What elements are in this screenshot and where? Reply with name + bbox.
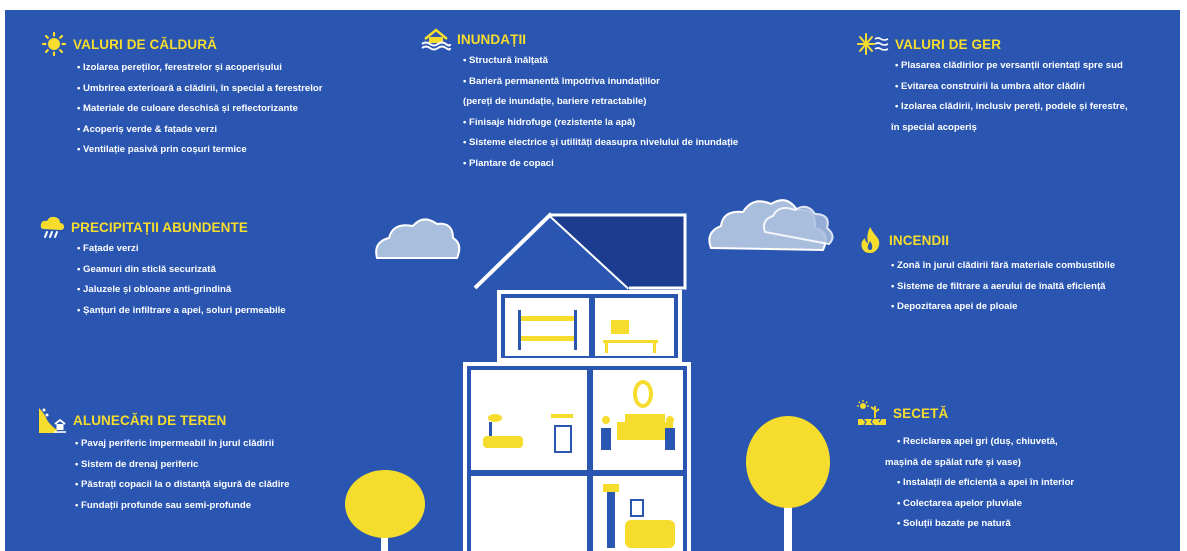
sun-icon — [41, 32, 67, 56]
list-item: • Structură înălțată — [463, 55, 548, 66]
landslide-icon — [39, 408, 66, 433]
list-item: • Jaluzele și obloane anti-grindină — [77, 284, 232, 296]
list-item: • Acoperiș verde & fațade verzi — [77, 123, 218, 135]
section-title: VALURI DE GER — [895, 36, 1002, 52]
list-item: • Plasarea clădirilor pe versanții orien… — [895, 60, 1123, 71]
measures-list: • Izolarea pereților, ferestrelor și aco… — [77, 58, 322, 161]
list-item: • Ventilație pasivă prin coșuri termice — [77, 144, 247, 156]
cloud-left-icon — [375, 218, 461, 259]
section-landslides: ALUNECĂRI DE TEREN • Pavaj periferic imp… — [37, 406, 290, 516]
list-item: • Șanțuri de infiltrare a apei, soluri p… — [77, 304, 286, 316]
list-item: • Evitarea construirii la umbra altor cl… — [895, 80, 1085, 92]
tree-left-icon — [345, 470, 425, 551]
measures-list: • Structură înălțată • Barieră permanent… — [463, 51, 738, 175]
list-item: • Sisteme electrice și utilități deasupr… — [463, 137, 739, 149]
measures-list: • Fațade verzi • Geamuri din sticlă secu… — [77, 239, 286, 321]
list-item: • Soluții bazate pe natură — [897, 518, 1011, 530]
snowflake-icon — [857, 33, 889, 55]
section-title: INCENDII — [889, 232, 950, 248]
list-item: • Izolarea pereților, ferestrelor și aco… — [77, 62, 282, 73]
list-item: mașină de spălat rufe și vase) — [885, 456, 1021, 468]
section-heavy-rain: PRECIPITAȚII ABUNDENTE • Fațade verzi • … — [39, 215, 286, 321]
rain-cloud-icon — [40, 216, 64, 238]
list-item: • Materiale de culoare deschisă și refle… — [77, 103, 298, 115]
list-item: • Păstrați copacii la o distanță sigură … — [75, 479, 290, 491]
section-title: ALUNECĂRI DE TEREN — [73, 412, 227, 428]
list-item: • Umbrirea exterioară a clădirii, în spe… — [77, 82, 323, 94]
list-item: • Geamuri din sticlă securizată — [77, 263, 216, 275]
list-item: • Izolarea clădirii, inclusiv pereți, po… — [895, 101, 1128, 113]
list-item: • Fundații profunde sau semi-profunde — [75, 499, 252, 511]
measures-list: • Reciclarea apei gri (duș, chiuvetă, ma… — [885, 432, 1075, 535]
list-item: (pereți de inundație, bariere retractabi… — [463, 96, 647, 108]
cloud-right-icon — [708, 199, 834, 252]
list-item: în special acoperiș — [891, 121, 977, 133]
section-fires: INCENDII • Zonă în jurul clădirii fără m… — [857, 226, 1115, 318]
measures-list: • Plasarea clădirilor pe versanții orien… — [891, 56, 1128, 138]
section-drought: SECETĂ • Reciclarea apei gri (duș, chiuv… — [857, 400, 1074, 535]
list-item: • Depozitarea apei de ploaie — [891, 301, 1018, 313]
list-item: • Reciclarea apei gri (duș, chiuvetă, — [897, 436, 1058, 447]
section-floods: INUNDAȚII • Structură înălțată • Barieră… — [421, 27, 738, 175]
section-title: SECETĂ — [893, 405, 949, 421]
list-item: • Fațade verzi — [77, 243, 139, 254]
list-item: • Sisteme de filtrare a aerului de înalt… — [891, 280, 1106, 292]
section-heat-waves: VALURI DE CĂLDURĂ • Izolarea pereților, … — [41, 32, 322, 161]
list-item: • Instalații de eficiență a apei în inte… — [897, 477, 1075, 489]
list-item: • Zonă în jurul clădirii fără materiale … — [891, 260, 1116, 271]
section-title: PRECIPITAȚII ABUNDENTE — [71, 219, 248, 235]
list-item: • Plantare de copaci — [463, 157, 554, 169]
section-title: INUNDAȚII — [457, 31, 527, 47]
section-title: VALURI DE CĂLDURĂ — [73, 36, 217, 52]
flame-icon — [861, 227, 880, 253]
list-item: • Sistem de drenaj periferic — [75, 458, 199, 470]
tree-right-icon — [746, 416, 830, 551]
list-item: • Finisaje hidrofuge (rezistente la apă) — [463, 116, 636, 128]
house-icon — [463, 212, 691, 551]
drought-icon — [857, 400, 886, 426]
measures-list: • Zonă în jurul clădirii fără materiale … — [891, 256, 1115, 318]
section-cold-waves: VALURI DE GER • Plasarea clădirilor pe v… — [857, 32, 1128, 138]
list-item: • Pavaj periferic impermeabil în jurul c… — [75, 438, 275, 449]
infographic-canvas: VALURI DE CĂLDURĂ • Izolarea pereților, … — [5, 10, 1180, 551]
list-item: • Barieră permanentă împotriva inundații… — [463, 75, 660, 87]
flooded-house-icon — [421, 28, 451, 51]
measures-list: • Pavaj periferic impermeabil în jurul c… — [75, 434, 290, 516]
list-item: • Colectarea apelor pluviale — [897, 497, 1022, 509]
